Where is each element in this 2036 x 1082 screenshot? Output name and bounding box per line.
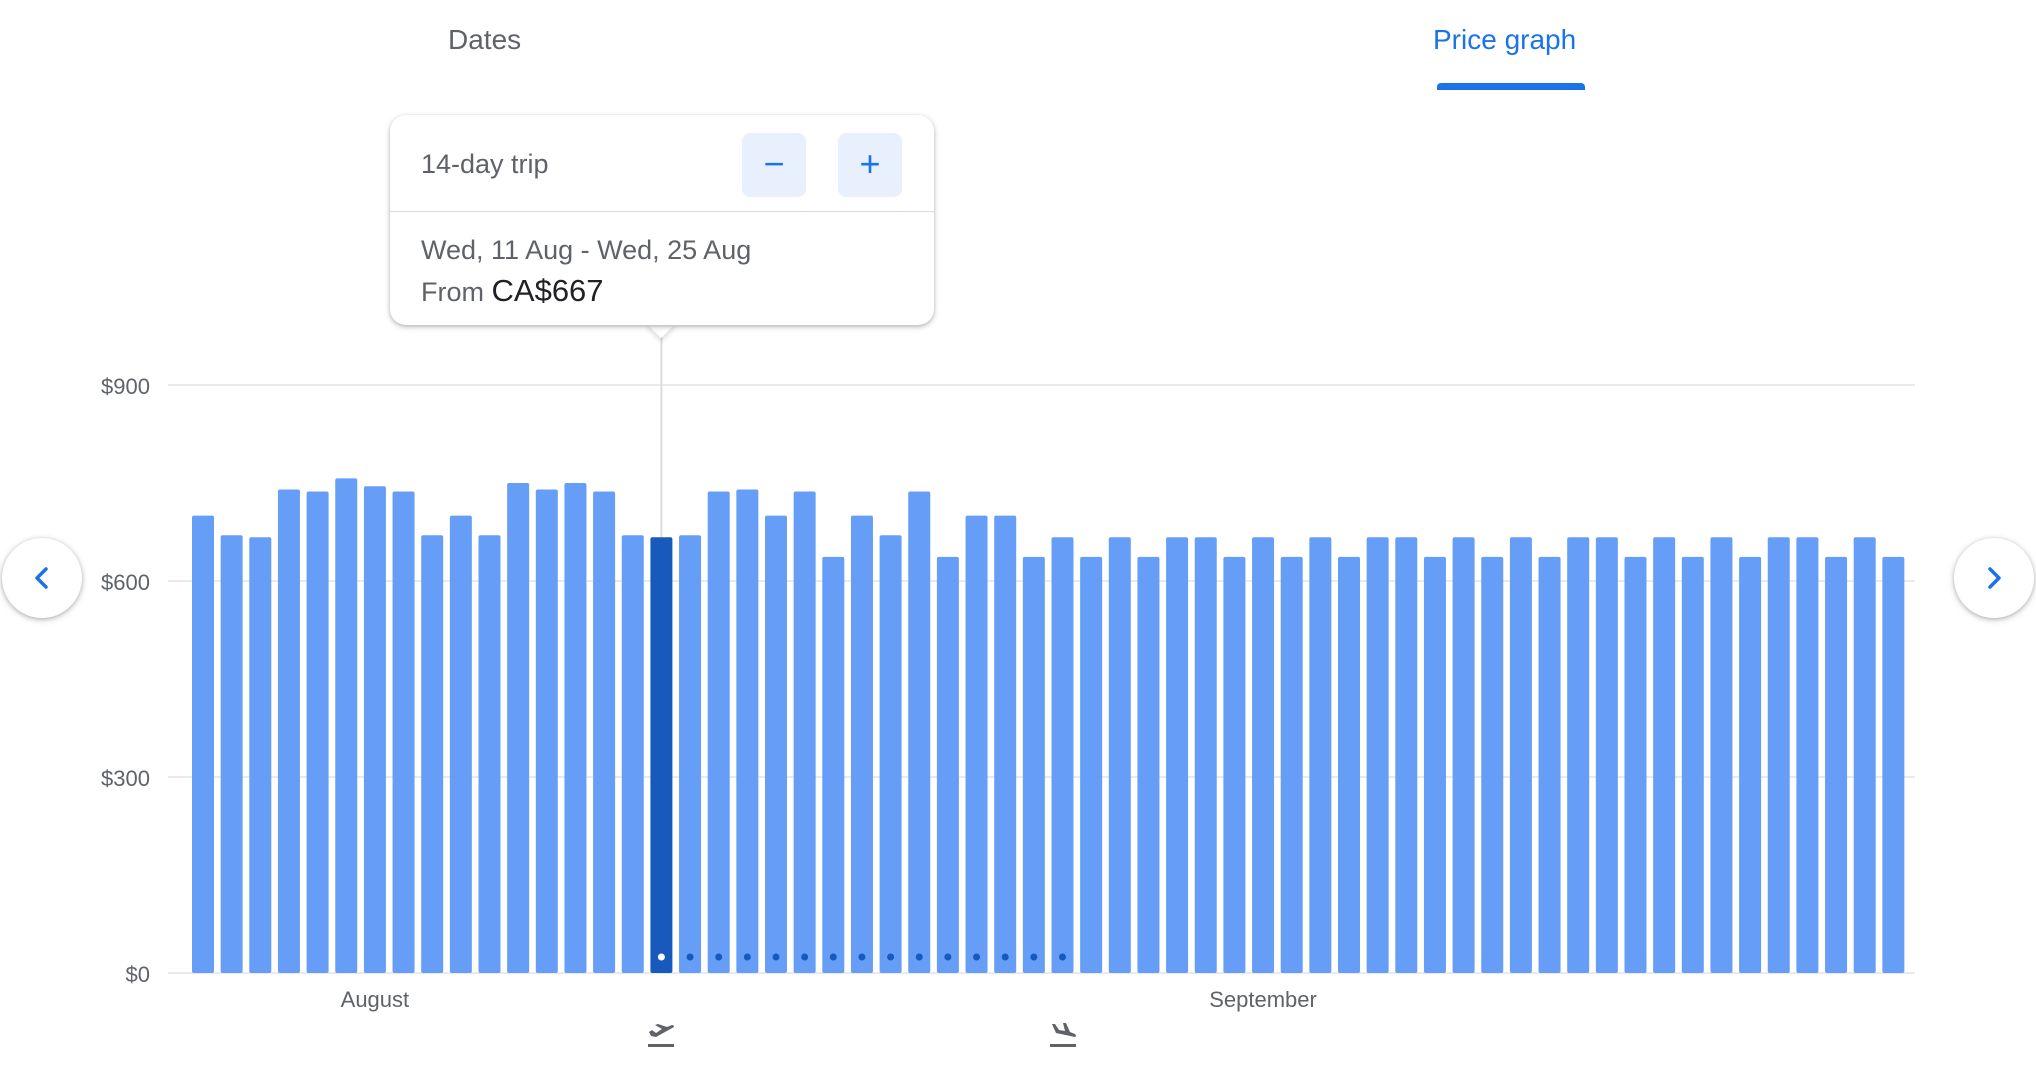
price-bar [765,515,787,973]
price-bar [1137,556,1160,973]
price-bar [1423,556,1446,973]
price-bar [1366,537,1389,973]
price-bar [936,556,959,973]
price-bar [392,491,415,973]
price-bar [507,483,530,973]
price-bar [879,535,902,973]
y-tick-label: $600 [101,570,150,595]
trip-day-dot [1030,953,1038,961]
price-bar [449,515,472,973]
trip-length-label: 14-day trip [421,149,549,179]
price-bar [220,535,243,973]
price-bar [1567,537,1590,973]
trip-popup: 14-day trip − + Wed, 11 Aug - Wed, 25 Au… [390,115,934,325]
price-bar [1223,556,1246,973]
price-bar [1509,537,1532,973]
price-bar [1538,556,1561,973]
trip-day-dot [915,953,923,961]
price-bar [1739,556,1762,973]
price-bar [1595,537,1618,973]
price-bar [965,515,988,973]
previous-dates-button[interactable] [2,538,82,618]
price-bar [908,491,931,973]
price-bar [1166,537,1189,973]
trip-day-dot [772,953,780,961]
price-bar [593,491,616,973]
price-bar [707,491,730,973]
month-label: August [341,987,410,1012]
price-prefix: From [421,277,484,307]
trip-day-dot [715,953,723,961]
price-bar [1252,537,1275,973]
price-bar [1710,537,1733,973]
trip-price: CA$667 [491,273,604,308]
price-bar [850,515,873,973]
price-bar [249,537,272,973]
price-bar [1796,537,1819,973]
price-bar [564,483,587,973]
y-tick-label: $900 [101,374,150,399]
increase-trip-button[interactable]: + [838,133,902,197]
chevron-right-icon [1988,567,2001,589]
price-bar [535,489,558,973]
price-bar [1309,537,1332,973]
price-bar [277,489,300,973]
price-bar [1452,537,1475,973]
chevron-left-icon [35,567,48,589]
trip-day-dot [973,953,981,961]
price-bar [1853,537,1876,973]
price-bar [1022,556,1045,973]
y-tick-label: $0 [126,962,150,987]
price-bar [994,515,1017,973]
price-bar [1481,556,1504,973]
price-bar [1767,537,1790,973]
price-bar [1194,537,1217,973]
next-dates-button[interactable] [1954,538,2034,618]
price-bar [1080,556,1103,973]
trip-day-dot [1059,953,1066,961]
price-bar [1280,556,1303,973]
trip-day-dot [801,953,809,961]
trip-day-dot [829,953,837,961]
price-bar [1338,556,1360,973]
trip-date-range: Wed, 11 Aug - Wed, 25 Aug [421,235,752,265]
price-bar [1395,537,1418,973]
price-bar [421,535,444,973]
price-bar [306,491,329,973]
trip-length-control: 14-day trip − + [390,115,934,212]
trip-day-dot [686,953,694,961]
trip-day-dot [657,953,665,961]
price-bar [1653,537,1676,973]
price-bar [335,478,358,973]
trip-price-line: From CA$667 [421,273,604,309]
price-bar [478,535,501,973]
price-bar [736,489,759,973]
trip-day-dot [1001,953,1009,961]
trip-day-dot [743,953,751,961]
price-bar [679,535,702,973]
selected-price-bar [650,537,673,973]
trip-day-dot [887,953,895,961]
price-bar [1882,556,1905,973]
price-bar [363,486,386,973]
price-bar [1051,537,1074,973]
price-bar [1624,556,1647,973]
arrival-plane-icon [1049,1023,1076,1047]
y-tick-label: $300 [101,766,150,791]
decrease-trip-button[interactable]: − [742,133,806,197]
departure-plane-icon [648,1024,675,1047]
price-bar [192,515,214,973]
price-bar [621,535,644,973]
price-bar [1681,556,1704,973]
price-bar [1108,537,1131,973]
price-bar [1825,556,1848,973]
price-bar [822,556,845,973]
price-bar [793,491,816,973]
trip-day-dot [944,953,952,961]
trip-day-dot [858,953,866,961]
price-bar-chart: $0 $300 $600 $900 August September [101,330,1915,1012]
month-label: September [1209,987,1317,1012]
